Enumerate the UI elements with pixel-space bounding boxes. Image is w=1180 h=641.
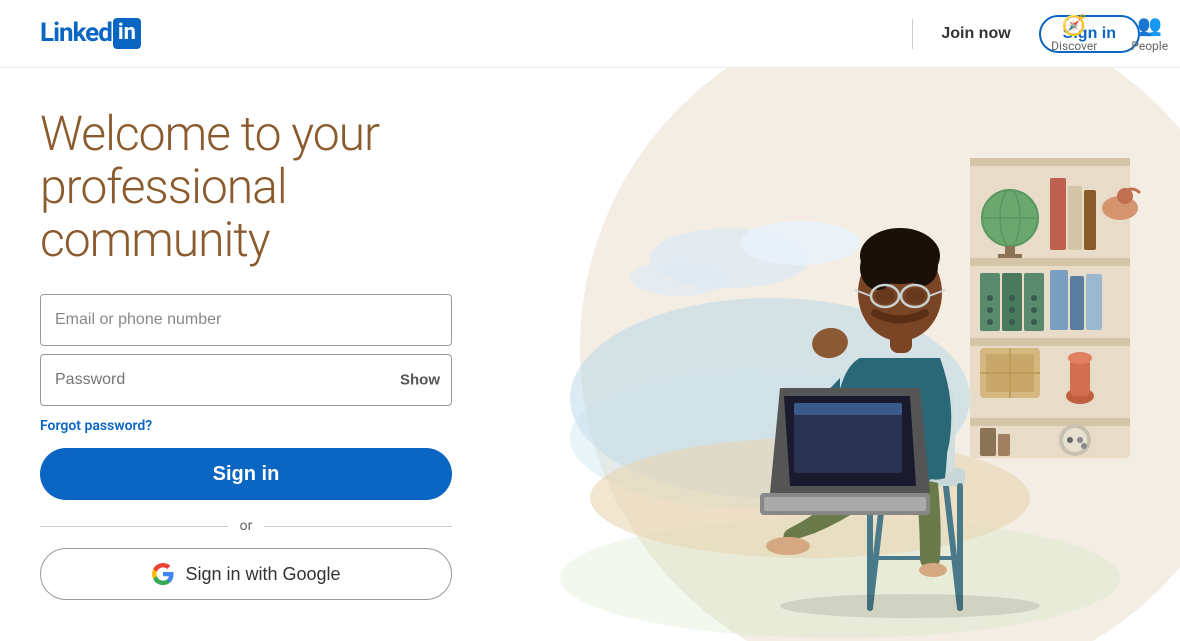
signin-button[interactable]: Sign in <box>40 448 452 500</box>
or-line-right <box>264 526 452 527</box>
forgot-password-link[interactable]: Forgot password? <box>40 418 460 434</box>
left-panel: Welcome to your professional community S… <box>0 68 500 641</box>
password-wrapper: Show <box>40 354 452 406</box>
header: Linkedin 🧭 Discover 👥 People 📺 Learning … <box>0 0 1180 68</box>
google-icon <box>151 562 175 586</box>
or-line-left <box>40 526 228 527</box>
people-icon: 👥 <box>1137 15 1162 35</box>
join-now-button[interactable]: Join now <box>929 17 1022 51</box>
or-text: or <box>240 518 253 534</box>
google-signin-button[interactable]: Sign in with Google <box>40 548 452 600</box>
nav-item-discover[interactable]: 🧭 Discover <box>1039 15 1109 53</box>
email-form-group <box>40 294 460 346</box>
or-divider: or <box>40 518 452 534</box>
logo-in-box: in <box>113 18 141 48</box>
logo-text-linked: Linked <box>40 18 112 48</box>
password-input[interactable] <box>40 354 452 406</box>
linkedin-logo[interactable]: Linkedin <box>40 18 141 48</box>
main-nav: 🧭 Discover 👥 People 📺 Learning 💼 Jobs <box>1039 15 1180 53</box>
password-form-group: Show <box>40 354 460 406</box>
email-input[interactable] <box>40 294 452 346</box>
people-label: People <box>1131 39 1168 53</box>
google-signin-label: Sign in with Google <box>185 564 340 585</box>
headline-line2: professional community <box>40 158 287 268</box>
discover-icon: 🧭 <box>1062 15 1087 35</box>
nav-divider <box>912 19 913 49</box>
discover-label: Discover <box>1051 39 1097 53</box>
hero-illustration <box>530 78 1150 638</box>
main-content: Welcome to your professional community S… <box>0 68 1180 641</box>
right-panel <box>500 68 1180 641</box>
show-password-button[interactable]: Show <box>400 372 440 389</box>
nav-item-people[interactable]: 👥 People <box>1119 15 1180 53</box>
headline-line1: Welcome to your <box>40 105 379 162</box>
headline: Welcome to your professional community <box>40 108 460 266</box>
